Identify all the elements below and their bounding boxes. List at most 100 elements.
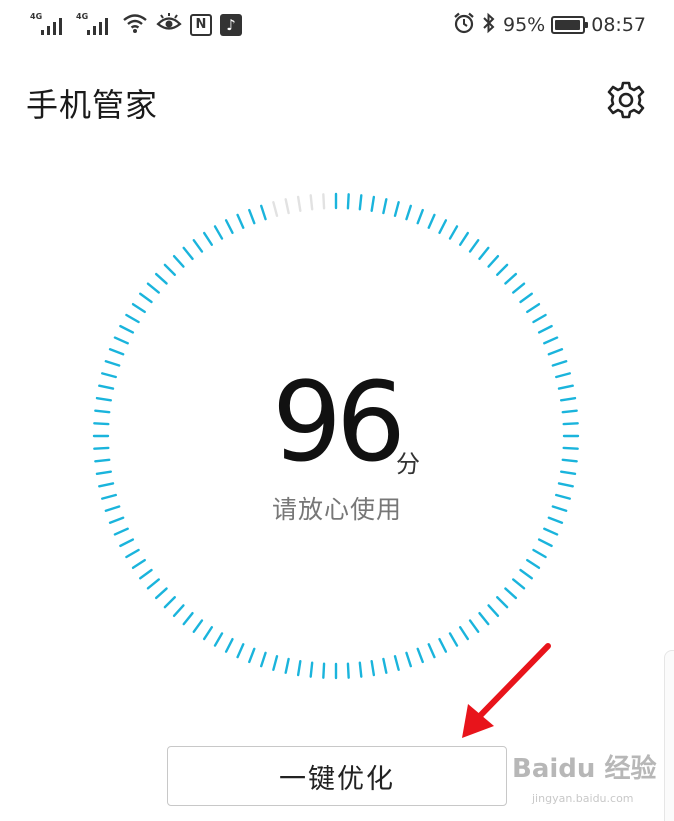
gauge-tick-active [346,662,350,679]
gauge-tick-active [309,661,314,678]
gauge-tick-active [478,611,490,626]
gauge-tick-active [272,655,279,671]
gauge-tick-active [192,619,204,633]
gauge-tick-active [487,604,500,618]
phone-manager-screen: 4G 4G N ♪ 95% 08:57 手机管家 96 分 请放心使用 一键优化… [0,0,674,821]
gauge-tick-active [543,336,559,345]
gauge-tick-active [213,632,224,647]
watermark-url: jingyan.baidu.com [532,792,634,805]
status-bar: 4G 4G N ♪ 95% 08:57 [0,0,674,50]
gauge-tick-active [146,282,161,294]
gauge-tick-active [382,657,388,674]
gauge-tick-active [236,213,245,229]
gauge-tick-active [504,272,518,285]
gauge-tick-active [526,302,541,314]
gauge-tick-active [551,360,568,367]
score-unit: 分 [396,450,420,478]
gauge-tick-active [95,396,113,402]
gauge-tick-active [557,384,574,390]
bluetooth-icon [481,12,497,39]
gauge-tick-active [543,527,559,536]
gauge-tick-active [113,527,129,536]
gauge-tick-active [131,558,146,569]
gauge-tick-active [296,659,302,677]
gauge-tick-active [322,662,326,679]
baidu-jingyan-watermark: Baidu 经验 [512,754,657,784]
gauge-tick-active [154,272,168,285]
gauge-tick-active [468,239,480,253]
gauge-tick-active [131,302,146,314]
gauge-tick-active [427,213,436,229]
gauge-tick-active [172,604,185,618]
gauge-tick-active [519,292,533,304]
gauge-tick-active [559,396,577,402]
gauge-tick-active [562,446,579,450]
gauge-tick-active [487,254,500,268]
gauge-tick-inactive [309,194,314,211]
settings-button[interactable] [604,78,648,122]
gauge-tick-active [561,458,578,463]
gauge-tick-active [213,225,224,240]
edge-card [664,650,674,821]
signal-4g-icon: 4G [76,12,114,38]
battery-nub [585,22,589,28]
gauge-tick-inactive [322,193,326,210]
gauge-tick-active [547,348,564,356]
gauge-tick-active [260,204,267,221]
gauge-tick-active [95,470,113,476]
gauge-tick-active [537,538,553,548]
gauge-tick-active [393,201,400,217]
gauge-tick-active [182,611,194,626]
gauge-tick-active [370,659,376,677]
one-click-optimize-button[interactable]: 一键优化 [167,746,507,806]
gauge-tick-inactive [296,195,302,213]
gauge-tick-active [478,246,490,261]
gauge-tick-active [496,596,509,609]
score-value: 96 [272,358,406,486]
gauge-tick-active [284,657,290,674]
gauge-tick-active [94,409,111,414]
gauge-tick-active [236,643,245,659]
gauge-tick-active [125,313,140,324]
gauge-tick-active [532,313,547,324]
battery-icon [551,16,589,34]
gauge-tick-active [557,482,574,488]
gauge-tick-active [154,587,168,600]
score-status-text: 请放心使用 [271,495,402,524]
red-arrow-annotation [462,643,551,738]
gauge-tick-active [172,254,185,268]
gauge-tick-active [448,225,459,240]
gauge-tick-active [119,324,135,334]
tiktok-icon: ♪ [220,14,242,36]
gauge-tick-active [438,219,448,235]
gauge-tick-active [163,596,176,609]
alarm-icon [453,12,475,39]
gauge-tick-active [139,292,153,304]
gauge-tick-inactive [284,198,290,215]
gauge-tick-active [104,360,121,367]
gauge-tick-active [101,372,117,379]
gauge-tick-active [98,384,115,390]
gauge-tick-active [113,336,129,345]
gauge-tick-active [405,651,412,668]
gauge-tick-active [346,193,350,210]
gauge-tick-active [526,558,541,569]
gauge-tick-active [416,208,424,225]
gauge-tick-active [555,372,571,379]
gauge-tick-active [139,568,153,580]
eye-comfort-icon [156,13,182,37]
gauge-tick-active [93,422,110,426]
gauge-tick-active [537,324,553,334]
status-bar-left: 4G 4G N ♪ [30,10,242,40]
gauge-tick-active [98,482,115,488]
gauge-tick-active [260,651,267,668]
battery-level-fill [555,20,581,30]
gauge-tick-active [382,198,388,215]
signal-4g-icon: 4G [30,12,68,38]
gauge-tick-active [163,263,176,276]
gauge-tick-active [358,194,363,211]
gauge-tick-active [93,446,110,450]
battery-percent: 95% [503,14,546,36]
gauge-tick-active [496,263,509,276]
gauge-tick-active [562,422,579,426]
